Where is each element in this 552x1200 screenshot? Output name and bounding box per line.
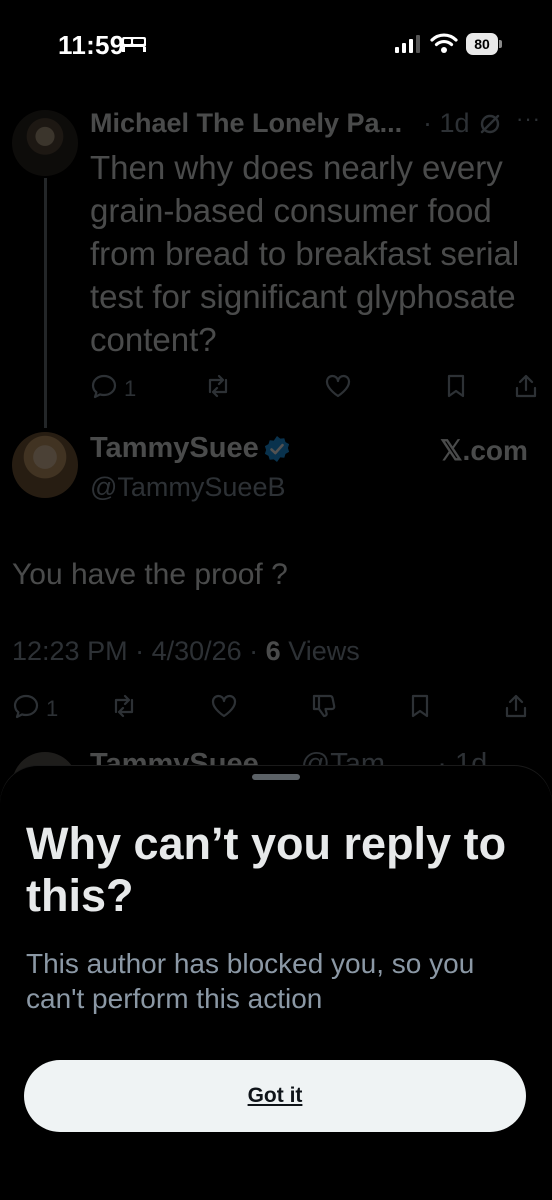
more-icon[interactable]: ··· xyxy=(516,106,541,132)
repost-icon xyxy=(208,374,228,398)
share-button[interactable] xyxy=(502,692,530,726)
like-icon xyxy=(211,694,237,718)
bookmark-icon xyxy=(447,374,465,398)
parent-author-avatar[interactable] xyxy=(12,110,78,176)
repost-button[interactable] xyxy=(204,372,232,406)
status-bar: 11:59 80 xyxy=(0,0,552,80)
reply-icon xyxy=(91,374,117,399)
share-button[interactable] xyxy=(512,372,540,406)
main-author-handle[interactable]: @TammySueeB xyxy=(90,472,285,503)
tweet-date: 4/30/26 xyxy=(151,636,242,666)
wifi-icon xyxy=(430,33,458,53)
got-it-button[interactable]: Got it xyxy=(24,1060,526,1132)
like-button[interactable] xyxy=(210,692,238,726)
bookmark-button[interactable] xyxy=(442,372,470,406)
x-brand-label: 𝕏.com xyxy=(440,435,528,466)
sheet-grabber-handle[interactable] xyxy=(252,774,300,780)
sheet-title: Why can’t you reply to this? xyxy=(26,818,507,921)
main-tweet-actions: 1 xyxy=(12,692,532,726)
screen: 11:59 80 Michael The Lonely Pa... · 1d ·… xyxy=(0,0,552,1200)
repost-icon xyxy=(114,694,134,718)
reply-count: 1 xyxy=(124,376,137,401)
parent-tweet-age: · 1d xyxy=(423,108,470,138)
dislike-button[interactable] xyxy=(310,692,338,726)
bed-icon xyxy=(122,37,146,52)
bookmark-icon xyxy=(411,694,429,718)
sheet-message: This author has blocked you, so you can'… xyxy=(26,948,475,1014)
thread-background: Michael The Lonely Pa... · 1d ··· Then w… xyxy=(0,80,552,818)
tweet-timestamp: 12:23 PM · 4/30/26 · 6 Views xyxy=(12,636,360,666)
views-label[interactable]: Views xyxy=(288,636,360,666)
share-icon xyxy=(515,374,537,398)
reply-button[interactable]: 1 xyxy=(12,692,58,726)
battery-icon: 80 xyxy=(466,33,502,55)
reply-icon xyxy=(13,694,39,719)
got-it-label: Got it xyxy=(247,1084,303,1107)
bottom-sheet: Why can’t you reply to this? This author… xyxy=(0,766,552,1200)
parent-tweet-actions: 1 xyxy=(90,372,540,406)
share-icon xyxy=(505,694,527,718)
like-button[interactable] xyxy=(324,372,352,406)
like-icon xyxy=(325,374,351,398)
grok-icon[interactable] xyxy=(478,112,502,136)
tweet-time: 12:23 PM xyxy=(12,636,128,666)
parent-author-name[interactable]: Michael The Lonely Pa... xyxy=(90,108,402,139)
main-tweet-text: You have the proof ? xyxy=(12,558,288,591)
thread-connector-line xyxy=(44,178,47,428)
cellular-signal-icon xyxy=(395,35,420,53)
battery-tip xyxy=(499,40,502,48)
views-count: 6 xyxy=(265,636,281,666)
main-author-avatar[interactable] xyxy=(12,432,78,498)
reply-button[interactable]: 1 xyxy=(90,372,136,406)
parent-tweet-text: Then why does nearly every grain-based c… xyxy=(90,149,520,358)
dislike-icon xyxy=(312,694,336,718)
main-author-name[interactable]: TammySuee xyxy=(90,432,259,465)
battery-level: 80 xyxy=(466,33,498,55)
repost-button[interactable] xyxy=(110,692,138,726)
verified-icon xyxy=(264,436,290,462)
bookmark-button[interactable] xyxy=(406,692,434,726)
status-time: 11:59 xyxy=(58,30,125,60)
reply-count: 1 xyxy=(46,696,59,721)
